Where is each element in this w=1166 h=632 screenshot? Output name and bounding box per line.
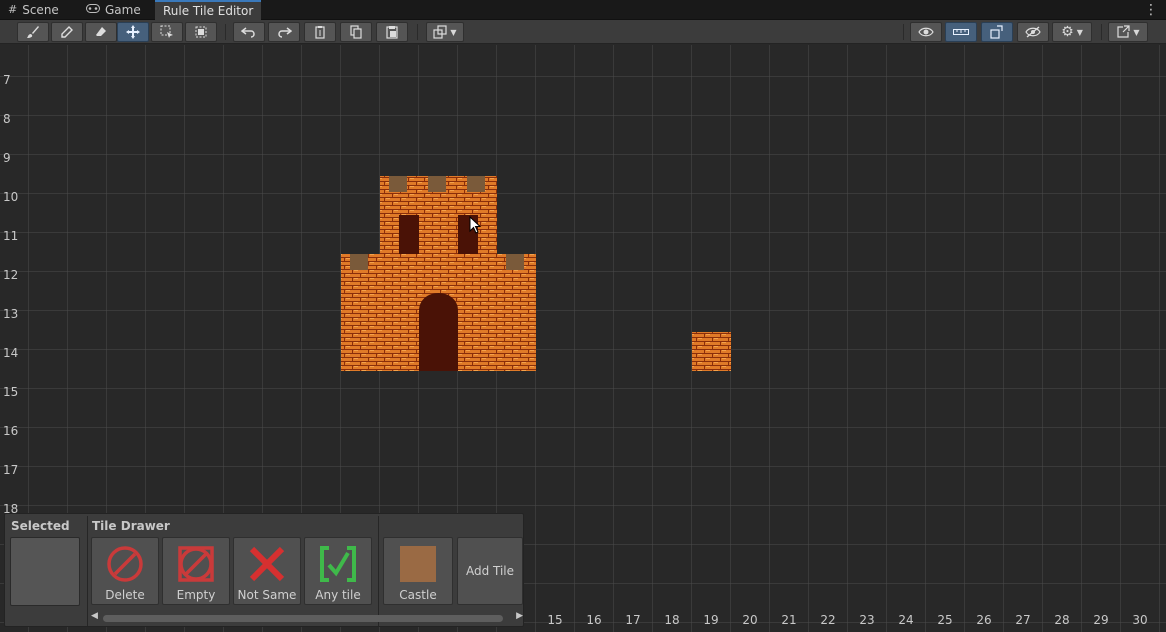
settings-dropdown[interactable]: ⚙ ▼ [1052,22,1092,42]
hidden-visibility-button[interactable] [1017,22,1049,42]
tile-delete-button[interactable]: Delete [91,537,159,605]
grid-toggle-button[interactable] [945,22,977,42]
tile-empty-button[interactable]: Empty [162,537,230,605]
empty-icon [176,544,216,584]
battlement [350,254,368,270]
battlement [428,176,446,192]
gear-icon: ⚙ [1061,24,1074,40]
gamepad-icon [86,0,100,20]
eye-hidden-icon [1025,26,1041,38]
paint-brush-button[interactable] [17,22,49,42]
export-icon [1117,25,1131,38]
tile-edit-icon [990,25,1003,39]
selected-header: Selected [11,519,70,533]
transform-dropdown[interactable]: ▼ [426,22,464,42]
tile-castle-button[interactable]: Castle [383,537,453,605]
edit-tile-button[interactable] [981,22,1013,42]
rule-tile-editor-window: # Scene Game Rule Tile Editor ⋮ ▼ ⚙ ▼ ▼ … [0,0,1166,632]
battlement [389,176,407,192]
toolbar-divider [903,24,904,40]
eye-gear-icon [918,27,934,37]
panel-divider [378,516,379,626]
tower-window [399,215,419,254]
select-button[interactable] [151,22,183,42]
single-brick-tile [692,332,731,371]
move-button[interactable] [117,22,149,42]
picker-button[interactable] [51,22,83,42]
tile-any-tile-button[interactable]: Any tile [304,537,372,605]
tab-rule-tile-editor[interactable]: Rule Tile Editor [155,0,262,20]
tile-palette-toolbar: ▼ ⚙ ▼ ▼ [0,20,1166,44]
battlement [467,176,485,192]
redo-button[interactable] [268,22,300,42]
eyedropper-icon [61,26,73,38]
fill-button[interactable] [185,22,217,42]
tab-bar: # Scene Game Rule Tile Editor ⋮ [0,0,1166,20]
chevron-down-icon: ▼ [450,27,457,37]
clipboard-cut-icon [315,26,325,39]
toolbar-divider [225,24,226,40]
castle-door [419,293,458,371]
toolbar-divider [417,24,418,40]
castle-swatch-icon [398,544,438,584]
eraser-icon [96,27,106,36]
battlement [506,254,524,270]
redo-icon [278,27,292,38]
eraser-button[interactable] [85,22,117,42]
tab-game[interactable]: Game [86,0,141,20]
tile-not-same-button[interactable]: Not Same [233,537,301,605]
paste-button[interactable] [376,22,408,42]
copy-button[interactable] [340,22,372,42]
ruler-icon [953,29,969,35]
delete-icon [105,544,145,584]
export-dropdown[interactable]: ▼ [1108,22,1148,42]
move-icon [126,25,140,39]
select-icon [160,25,173,38]
transform-icon [433,25,448,39]
scene-visibility-button[interactable] [910,22,942,42]
not-same-icon [247,544,287,584]
undo-button[interactable] [233,22,265,42]
scrollbar-thumb[interactable] [103,615,503,622]
brush-icon [27,26,39,38]
selected-tile-slot[interactable] [10,537,80,606]
mouse-cursor-icon [469,216,482,234]
tile-palette-panel: Selected Tile Drawer Delete Empty Not Sa… [4,513,524,627]
scroll-left-icon[interactable]: ◀ [91,611,98,621]
grid-icon: # [8,3,18,16]
palette-scrollbar[interactable]: ◀ ▶ [91,611,523,624]
copy-icon [350,25,362,39]
chevron-down-icon: ▼ [1133,27,1140,37]
toolbar-divider [1101,24,1102,40]
panel-divider [87,516,88,626]
any-tile-icon [318,544,358,584]
tab-scene[interactable]: # Scene [8,0,59,20]
scroll-right-icon[interactable]: ▶ [516,611,523,621]
fill-icon [195,26,207,38]
add-tile-button[interactable]: Add Tile [457,537,523,605]
cut-button[interactable] [304,22,336,42]
paste-icon [386,26,398,39]
chevron-down-icon: ▼ [1076,27,1083,37]
undo-icon [241,27,255,38]
tile-drawer-header: Tile Drawer [92,519,170,533]
more-options-icon[interactable]: ⋮ [1144,0,1158,20]
